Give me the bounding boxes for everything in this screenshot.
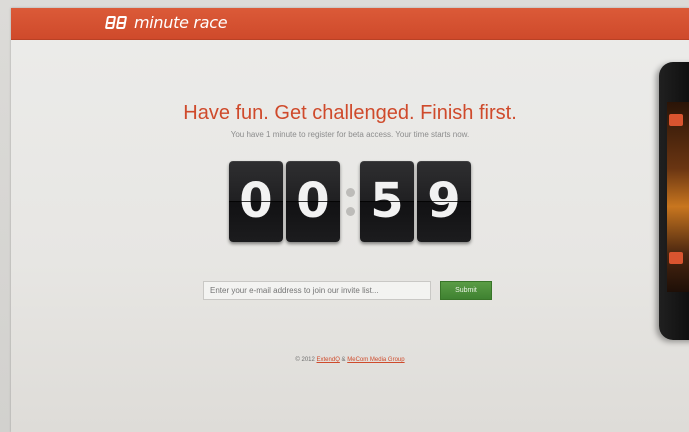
top-bar: minute race xyxy=(11,8,689,40)
phone-mockup-image xyxy=(659,62,689,340)
footer-link-mecom[interactable]: MeCom Media Group xyxy=(347,357,404,363)
timer-colon xyxy=(340,161,360,242)
logo-digit-icon xyxy=(115,16,128,29)
footer-ampersand: & xyxy=(341,357,346,363)
hero-headline: Have fun. Get challenged. Finish first. xyxy=(183,102,517,124)
seconds-tens-digit: 5 xyxy=(360,161,414,242)
colon-dot-icon xyxy=(345,187,355,197)
footer: © 2012 ExtendQ & MeCom Media Group xyxy=(11,357,689,363)
landing-page: minute race Have fun. Get challenged. Fi… xyxy=(11,8,689,432)
phone-badge-icon xyxy=(669,252,683,264)
hero-subline: You have 1 minute to register for beta a… xyxy=(230,130,470,139)
phone-badge-icon xyxy=(669,114,683,126)
signup-form: Submit xyxy=(203,281,492,300)
brand-name: minute race xyxy=(134,13,228,32)
copyright-text: © 2012 xyxy=(295,357,315,363)
logo-mark-icon xyxy=(104,16,128,29)
screenshot-frame: minute race Have fun. Get challenged. Fi… xyxy=(0,0,689,432)
countdown-timer: 0 0 5 9 xyxy=(229,161,471,242)
submit-button[interactable]: Submit xyxy=(440,281,492,300)
logo-digit-icon xyxy=(104,16,117,29)
minutes-ones-digit: 0 xyxy=(286,161,340,242)
minutes-tens-digit: 0 xyxy=(229,161,283,242)
email-field[interactable] xyxy=(203,281,431,300)
footer-link-extendq[interactable]: ExtendQ xyxy=(317,357,340,363)
colon-dot-icon xyxy=(345,206,355,216)
brand-logo[interactable]: minute race xyxy=(104,13,228,32)
seconds-ones-digit: 9 xyxy=(417,161,471,242)
